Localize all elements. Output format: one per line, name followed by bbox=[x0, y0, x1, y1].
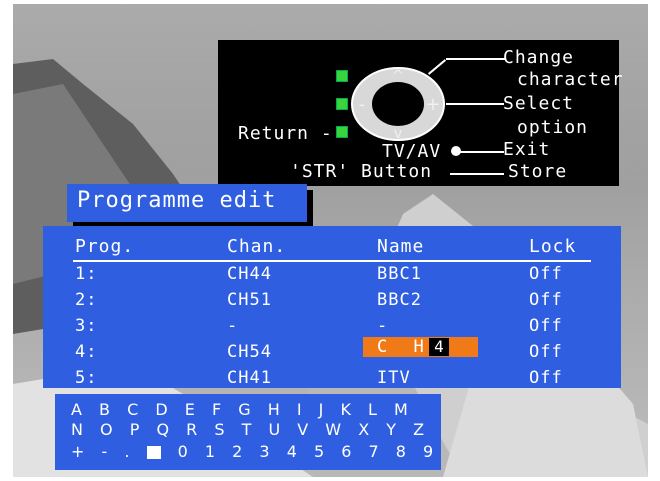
header-divider bbox=[73, 260, 591, 262]
row1-chan[interactable]: CH44 bbox=[227, 264, 272, 284]
pointer-line bbox=[446, 58, 506, 60]
programme-table: Prog. Chan. Name Lock 1: CH44 BBC1 Off 2… bbox=[43, 226, 621, 388]
page-title: Programme edit bbox=[77, 188, 277, 213]
row2-name[interactable]: BBC2 bbox=[377, 290, 422, 310]
row2-lock[interactable]: Off bbox=[529, 290, 563, 310]
row5-name[interactable]: ITV bbox=[377, 368, 411, 388]
row3-lock[interactable]: Off bbox=[529, 316, 563, 336]
name-edit-field[interactable]: C H 4 bbox=[363, 337, 478, 357]
help-panel: ^ + - v Change character Select option R… bbox=[218, 40, 623, 186]
character-picker[interactable]: A B C D E F G H I J K L M N O P Q R S T … bbox=[55, 394, 441, 470]
remote-dpad-icon: ^ + - v bbox=[351, 67, 445, 142]
row5-prog[interactable]: 5: bbox=[75, 368, 97, 388]
store-label: Store bbox=[508, 161, 568, 182]
char-row-3[interactable]: + - . 0 1 2 3 4 5 6 7 8 9 bbox=[71, 442, 439, 461]
char-symbols[interactable]: + - . bbox=[71, 442, 135, 461]
tv-screen: ^ + - v Change character Select option R… bbox=[13, 4, 648, 477]
row3-prog[interactable]: 3: bbox=[75, 316, 97, 336]
row5-lock[interactable]: Off bbox=[529, 368, 563, 388]
return-green-indicator bbox=[336, 126, 348, 138]
green-indicator bbox=[336, 70, 348, 82]
change-label: Change bbox=[503, 47, 575, 68]
space-block-char[interactable] bbox=[146, 446, 161, 459]
select-label: Select bbox=[503, 93, 575, 114]
row4-chan[interactable]: CH54 bbox=[227, 342, 272, 362]
programme-edit-title-box: Programme edit bbox=[67, 184, 307, 222]
row1-name[interactable]: BBC1 bbox=[377, 264, 422, 284]
char-row-2[interactable]: N O P Q R S T U V W X Y Z bbox=[71, 420, 430, 439]
row2-chan[interactable]: CH51 bbox=[227, 290, 272, 310]
row2-prog[interactable]: 2: bbox=[75, 290, 97, 310]
tvav-label: TV/AV bbox=[382, 141, 442, 162]
header-lock: Lock bbox=[529, 236, 577, 257]
tvav-dot-icon bbox=[451, 146, 461, 156]
pointer-line bbox=[446, 103, 504, 105]
character-label: character bbox=[517, 69, 624, 90]
edit-cursor: 4 bbox=[429, 338, 449, 356]
header-chan: Chan. bbox=[227, 236, 287, 257]
svg-text:^: ^ bbox=[392, 68, 404, 84]
svg-text:+: + bbox=[425, 94, 440, 115]
row4-lock[interactable]: Off bbox=[529, 342, 563, 362]
pointer-line bbox=[450, 173, 504, 175]
row1-prog[interactable]: 1: bbox=[75, 264, 97, 284]
header-name: Name bbox=[377, 236, 425, 257]
return-label: Return - bbox=[238, 123, 333, 144]
row1-lock[interactable]: Off bbox=[529, 264, 563, 284]
char-row-1[interactable]: A B C D E F G H I J K L M bbox=[71, 400, 414, 419]
header-prog: Prog. bbox=[75, 236, 135, 257]
svg-text:-: - bbox=[359, 94, 366, 115]
exit-label: Exit bbox=[503, 139, 551, 160]
pointer-line bbox=[458, 151, 504, 153]
str-button-label: 'STR' Button bbox=[290, 161, 433, 182]
char-digits[interactable]: 0 1 2 3 4 5 6 7 8 9 bbox=[178, 442, 440, 461]
row4-prog[interactable]: 4: bbox=[75, 342, 97, 362]
green-indicator bbox=[336, 98, 348, 110]
row3-name[interactable]: - bbox=[377, 316, 388, 336]
option-label: option bbox=[517, 117, 589, 138]
row3-chan[interactable]: - bbox=[227, 316, 238, 336]
row5-chan[interactable]: CH41 bbox=[227, 368, 272, 388]
name-edit-text: C H bbox=[377, 337, 432, 357]
svg-text:v: v bbox=[394, 126, 402, 142]
